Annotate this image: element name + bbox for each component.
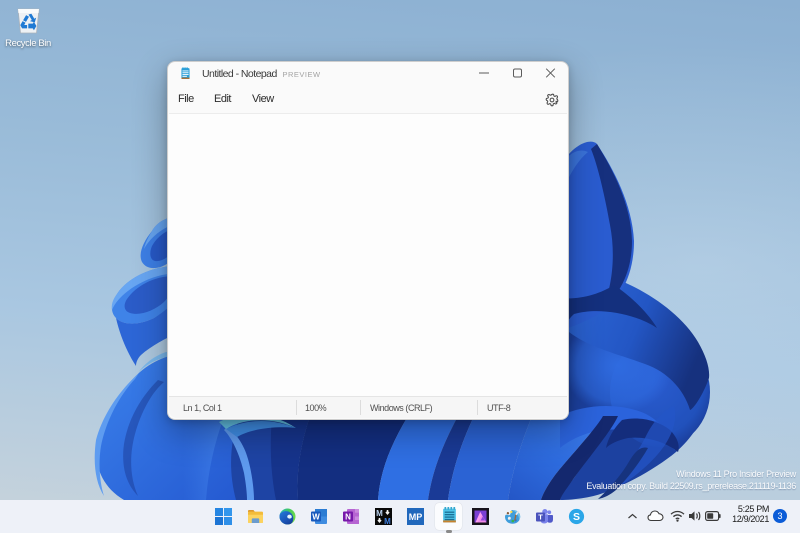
svg-text:MP: MP bbox=[409, 512, 423, 522]
svg-text:M: M bbox=[376, 509, 383, 518]
svg-text:T: T bbox=[538, 513, 543, 522]
svg-text:W: W bbox=[312, 513, 320, 522]
svg-text:N: N bbox=[345, 513, 351, 522]
svg-text:S: S bbox=[573, 511, 580, 523]
svg-text:M: M bbox=[384, 517, 391, 525]
